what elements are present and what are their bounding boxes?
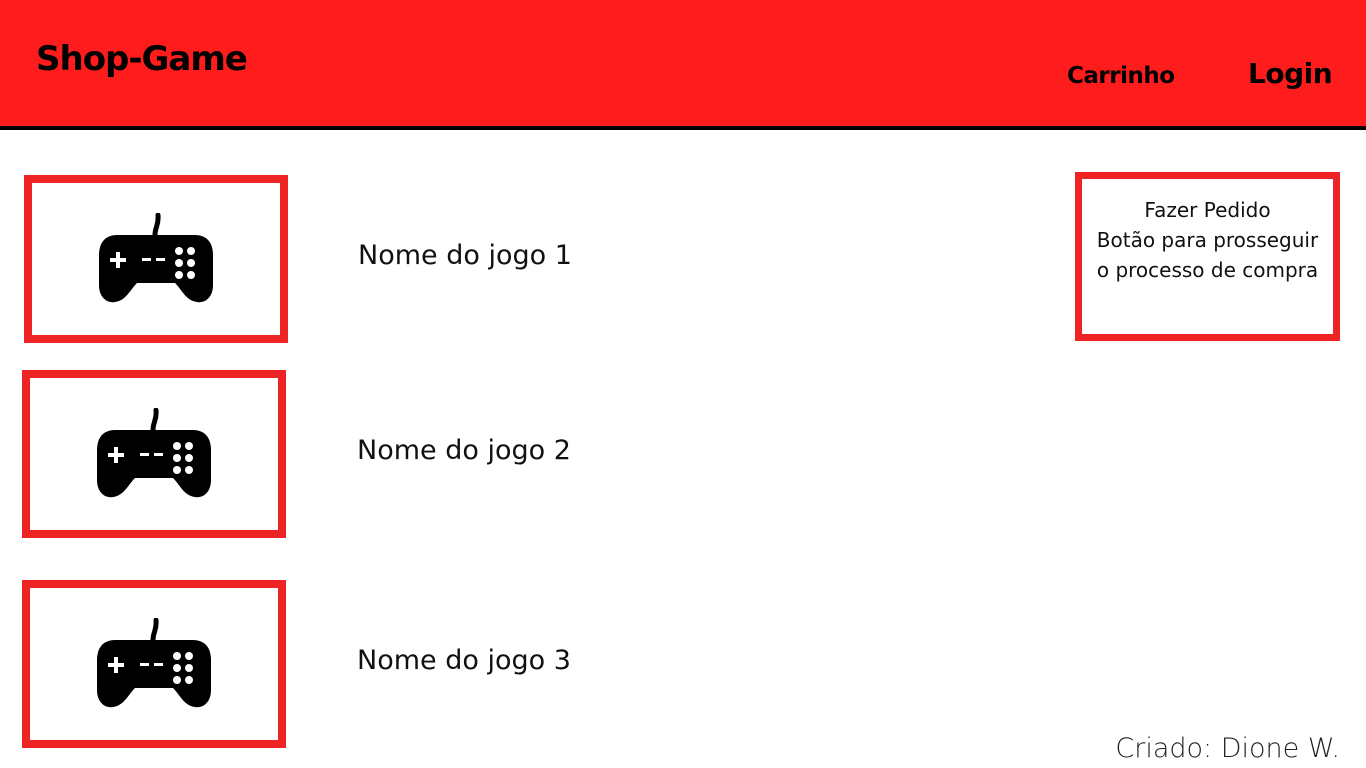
page: Shop-Game Carrinho Login Nome do jogo 1 xyxy=(0,0,1366,768)
nav-cart-link[interactable]: Carrinho xyxy=(1067,65,1175,88)
game-thumbnail-3[interactable] xyxy=(22,580,286,748)
gamepad-icon xyxy=(99,213,213,303)
gamepad-icon xyxy=(97,618,211,708)
game-thumbnail-1[interactable] xyxy=(24,175,288,343)
order-button-description-1: Botão para prosseguir xyxy=(1096,228,1319,252)
order-button-title: Fazer Pedido xyxy=(1144,198,1271,222)
place-order-button[interactable]: Fazer Pedido Botão para prosseguir o pro… xyxy=(1075,172,1340,341)
game-name-2[interactable]: Nome do jogo 2 xyxy=(357,437,571,464)
nav-login-link[interactable]: Login xyxy=(1248,60,1333,88)
game-thumbnail-2[interactable] xyxy=(22,370,286,538)
gamepad-icon xyxy=(97,408,211,498)
brand-logo[interactable]: Shop-Game xyxy=(36,42,248,76)
game-name-1[interactable]: Nome do jogo 1 xyxy=(358,242,572,269)
header-bar: Shop-Game Carrinho Login xyxy=(0,0,1366,130)
order-button-description-2: o processo de compra xyxy=(1096,258,1319,282)
game-name-3[interactable]: Nome do jogo 3 xyxy=(357,647,571,674)
footer-credit: Criado: Dione W. xyxy=(1115,733,1340,764)
